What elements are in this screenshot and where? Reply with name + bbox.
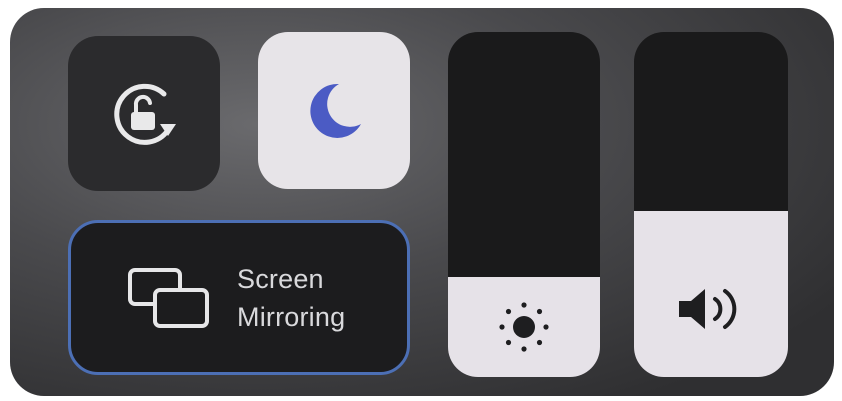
volume-slider[interactable]: [634, 32, 788, 377]
sun-icon: [499, 302, 549, 352]
rotation-lock-button[interactable]: [68, 36, 220, 191]
do-not-disturb-button[interactable]: [258, 32, 410, 189]
screen-mirroring-button[interactable]: Screen Mirroring: [68, 220, 410, 375]
brightness-slider[interactable]: [448, 32, 600, 377]
control-center-panel: Screen Mirroring: [10, 8, 834, 396]
brightness-slider-fill: [448, 276, 600, 377]
screen-mirroring-label-line1: Screen: [237, 263, 324, 294]
volume-slider-fill: [634, 211, 788, 377]
moon-icon: [310, 83, 361, 138]
screen-mirroring-label: Screen Mirroring: [237, 260, 345, 336]
rotation-lock-icon: [114, 83, 176, 145]
speaker-icon: [679, 289, 737, 329]
screen-mirroring-icon: [128, 267, 209, 328]
screen-mirroring-label-line2: Mirroring: [237, 301, 346, 332]
